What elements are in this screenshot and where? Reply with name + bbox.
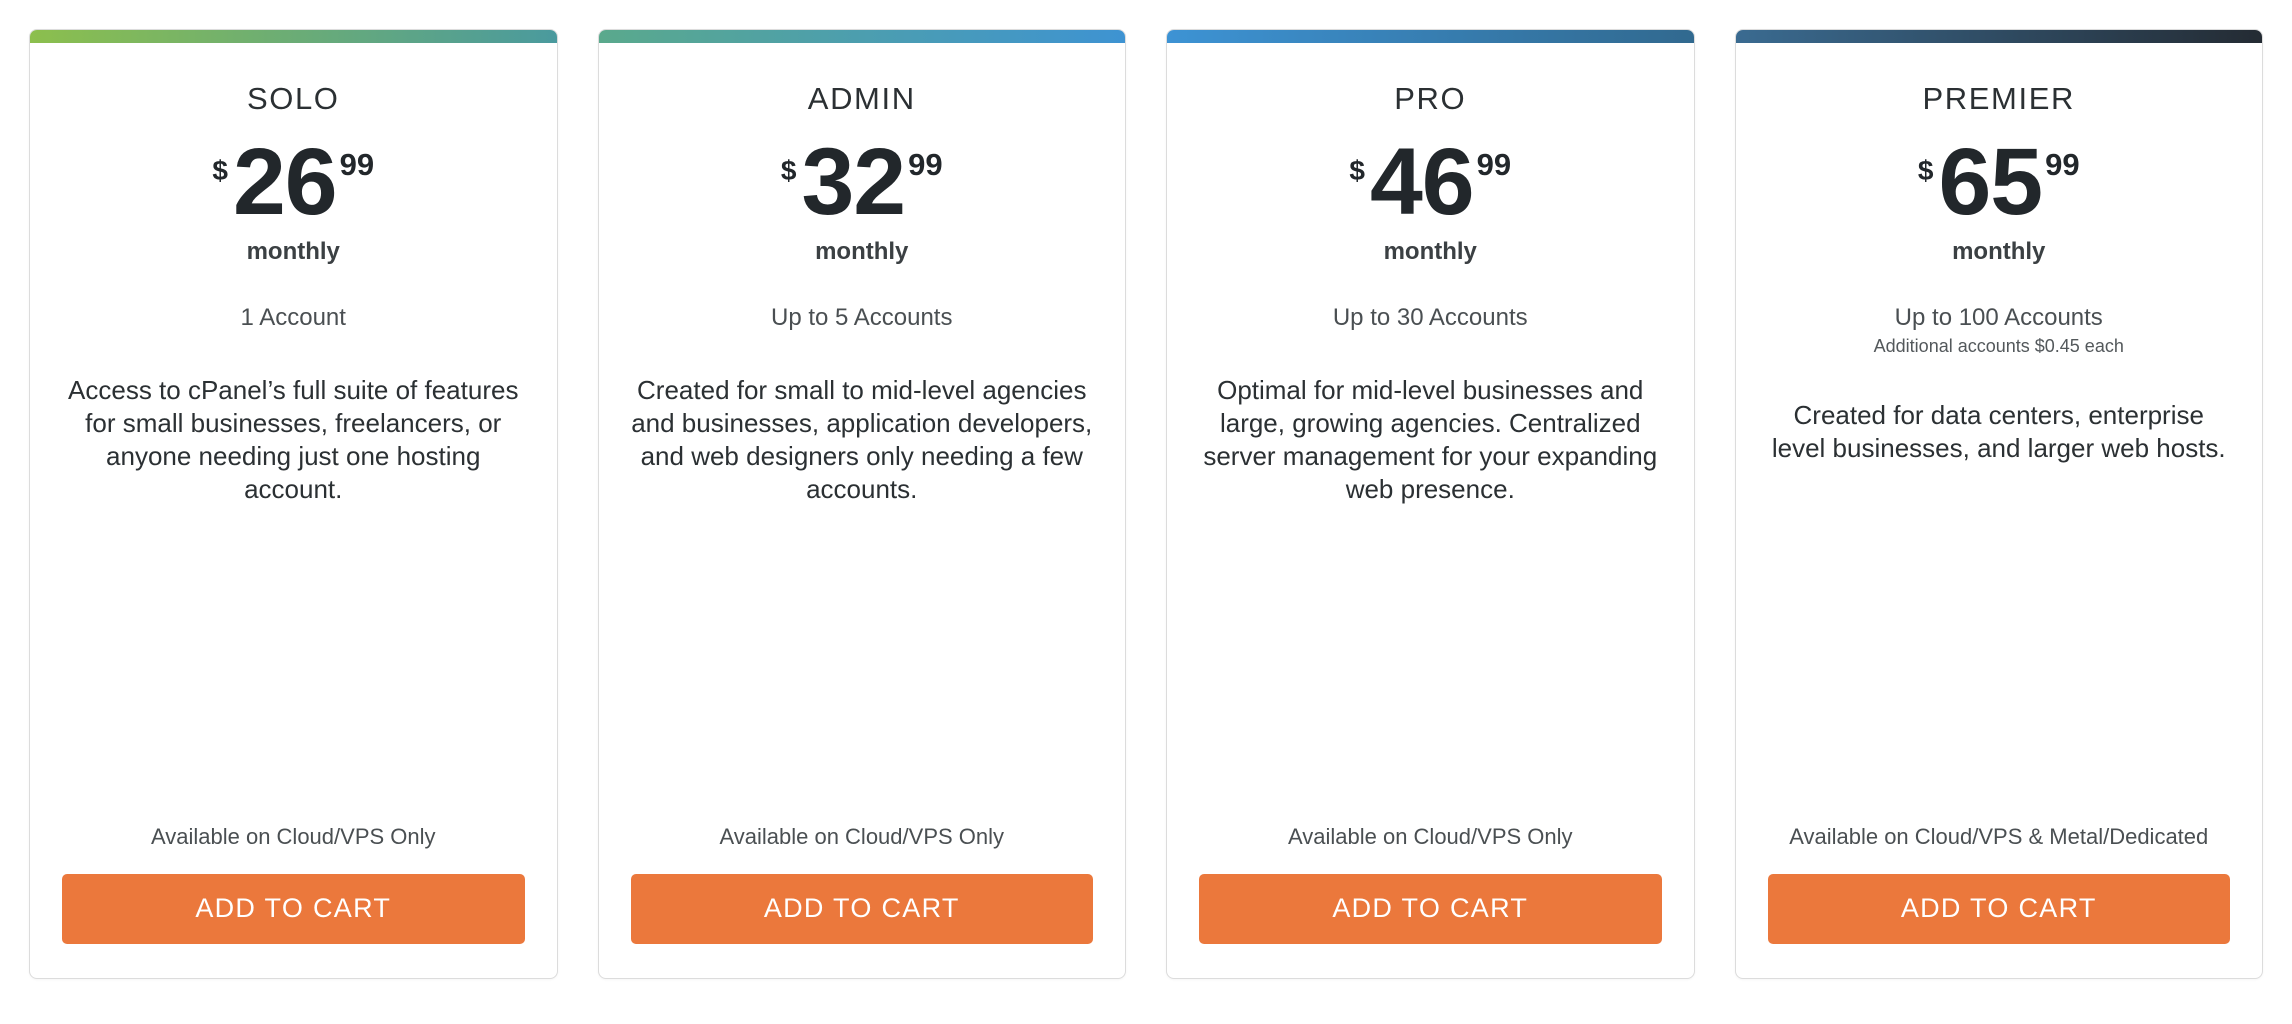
price-cents: 99 [2045, 147, 2080, 182]
plan-availability-note: Available on Cloud/VPS Only [1287, 824, 1573, 850]
plan-accounts-count: Up to 30 Accounts [1332, 304, 1528, 332]
price-whole-amount: 46 [1369, 129, 1475, 235]
plan-title: PREMIER [1922, 81, 2075, 116]
price-period-label: monthly [1952, 238, 2046, 266]
plan-spacer [62, 506, 525, 823]
plan-card-solo: SOLO $ 26 99 monthly 1 Account Access to… [29, 29, 558, 979]
price-whole-amount: 26 [232, 129, 338, 235]
plan-accent-bar-pro [1167, 30, 1694, 43]
plan-body-admin: ADMIN $ 32 99 monthly Up to 5 Accounts C… [599, 43, 1126, 978]
plan-description: Optimal for mid-level businesses and lar… [1203, 375, 1658, 505]
add-to-cart-button[interactable]: ADD TO CART [62, 874, 525, 944]
plan-availability-note: Available on Cloud/VPS & Metal/Dedicated [1789, 824, 2209, 850]
plan-spacer [631, 506, 1094, 823]
add-to-cart-button[interactable]: ADD TO CART [630, 874, 1093, 944]
add-to-cart-button[interactable]: ADD TO CART [1199, 874, 1662, 944]
plan-title: PRO [1394, 81, 1467, 116]
plan-card-admin: ADMIN $ 32 99 monthly Up to 5 Accounts C… [597, 29, 1126, 979]
price-period-label: monthly [815, 238, 909, 266]
plan-title: SOLO [246, 81, 340, 116]
plan-price: $ 32 99 [631, 129, 1094, 235]
price-cents: 99 [1476, 147, 1512, 182]
plan-price: $ 26 99 [62, 129, 525, 235]
plan-spacer [1768, 465, 2231, 823]
plan-spacer [1199, 506, 1662, 823]
price-currency-symbol: $ [780, 155, 797, 186]
add-to-cart-button[interactable]: ADD TO CART [1767, 874, 2230, 944]
price-currency-symbol: $ [1349, 155, 1365, 186]
plan-card-premier: PREMIER $ 65 99 monthly Up to 100 Accoun… [1734, 29, 2263, 979]
plan-body-solo: SOLO $ 26 99 monthly 1 Account Access to… [30, 43, 557, 978]
plan-description: Access to cPanel’s full suite of feature… [68, 375, 519, 505]
price-cents: 99 [908, 147, 943, 182]
price-cents: 99 [339, 147, 375, 182]
plan-accent-bar-admin [598, 30, 1125, 43]
price-whole-amount: 32 [801, 129, 906, 235]
plan-description: Created for small to mid-level agencies … [631, 375, 1093, 505]
plan-body-pro: PRO $ 46 99 monthly Up to 30 Accounts Op… [1167, 43, 1694, 978]
plan-card-pro: PRO $ 46 99 monthly Up to 30 Accounts Op… [1166, 29, 1695, 979]
plan-body-premier: PREMIER $ 65 99 monthly Up to 100 Accoun… [1736, 43, 2263, 978]
price-currency-symbol: $ [1917, 155, 1934, 186]
plan-description: Created for data centers, enterprise lev… [1771, 400, 2226, 464]
plan-accounts-count: Up to 100 Accounts [1894, 304, 2103, 332]
price-period-label: monthly [246, 238, 340, 266]
plan-accounts-count: Up to 5 Accounts [771, 304, 953, 332]
pricing-plans-grid: SOLO $ 26 99 monthly 1 Account Access to… [0, 0, 2292, 979]
plan-accent-bar-solo [30, 30, 557, 43]
plan-accounts-count: 1 Account [240, 304, 346, 332]
plan-price: $ 46 99 [1199, 129, 1662, 235]
plan-additional-accounts-note: Additional accounts $0.45 each [1873, 336, 2124, 357]
plan-availability-note: Available on Cloud/VPS Only [150, 824, 436, 850]
plan-accent-bar-premier [1735, 30, 2262, 43]
price-currency-symbol: $ [212, 155, 228, 186]
plan-price: $ 65 99 [1768, 129, 2231, 235]
price-whole-amount: 65 [1938, 129, 2043, 235]
plan-availability-note: Available on Cloud/VPS Only [719, 824, 1005, 850]
plan-title: ADMIN [807, 81, 916, 116]
price-period-label: monthly [1383, 238, 1477, 266]
